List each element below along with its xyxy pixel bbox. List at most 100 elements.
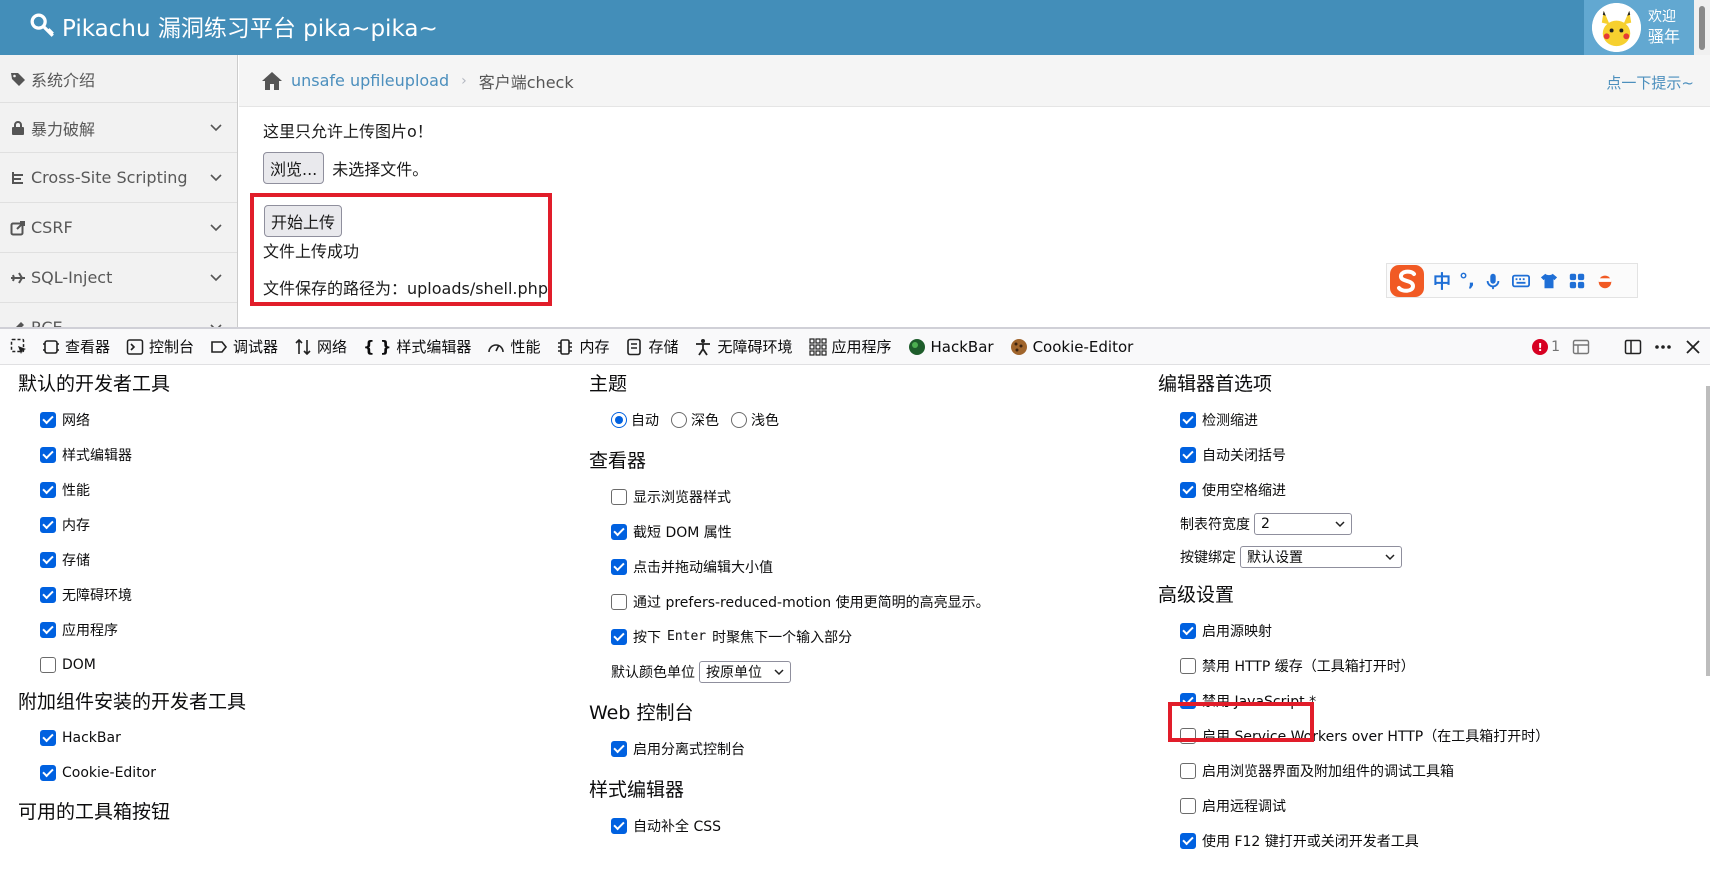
option-close-brackets[interactable]: 自动关闭括号 xyxy=(1180,437,1549,472)
option-style-editor[interactable]: 样式编辑器 xyxy=(40,437,246,472)
page-scrollbar[interactable] xyxy=(1694,0,1710,55)
tab-performance[interactable]: 性能 xyxy=(479,329,548,365)
sidebar-item-sqli[interactable]: SQL-Inject xyxy=(0,253,237,303)
mascot-icon[interactable] xyxy=(1595,271,1615,291)
brand[interactable]: Pikachu 漏洞练习平台 pika~pika~ xyxy=(30,9,438,43)
tab-accessibility[interactable]: 无障碍环境 xyxy=(686,329,800,365)
sidebar-item-intro[interactable]: 系统介绍 xyxy=(0,55,237,103)
more-options-icon[interactable] xyxy=(1654,338,1672,356)
option-remote-debugging[interactable]: 启用远程调试 xyxy=(1180,788,1549,823)
checkbox[interactable] xyxy=(611,593,627,610)
option-performance[interactable]: 性能 xyxy=(40,472,246,507)
checkbox[interactable] xyxy=(611,628,627,645)
option-dom[interactable]: DOM xyxy=(40,647,246,682)
checkbox[interactable] xyxy=(40,516,56,533)
tab-application[interactable]: 应用程序 xyxy=(801,329,900,365)
option-space-indent[interactable]: 使用空格缩进 xyxy=(1180,472,1549,507)
wrench-key-icon xyxy=(30,13,54,37)
tab-console[interactable]: 控制台 xyxy=(118,329,202,365)
checkbox[interactable] xyxy=(1180,762,1196,779)
option-cookie-editor[interactable]: Cookie-Editor xyxy=(40,755,246,790)
tab-inspector[interactable]: 查看器 xyxy=(34,329,118,365)
user-menu[interactable]: 欢迎 骚年 xyxy=(1584,0,1694,55)
dock-side-icon[interactable] xyxy=(1624,338,1642,356)
checkbox[interactable] xyxy=(611,817,627,834)
checkbox[interactable] xyxy=(1180,411,1196,428)
checkbox[interactable] xyxy=(40,411,56,428)
option-split-console[interactable]: 启用分离式控制台 xyxy=(611,731,990,766)
ime-toolbar[interactable]: 中 °, xyxy=(1386,263,1638,298)
checkbox[interactable] xyxy=(40,621,56,638)
checkbox[interactable] xyxy=(40,481,56,498)
option-f12-toggle[interactable]: 使用 F12 键打开或关闭开发者工具 xyxy=(1180,823,1549,858)
option-accessibility[interactable]: 无障碍环境 xyxy=(40,577,246,612)
checkbox[interactable] xyxy=(611,488,627,505)
sidebar-item-csrf[interactable]: CSRF xyxy=(0,203,237,253)
option-hackbar[interactable]: HackBar xyxy=(40,720,246,755)
upload-button[interactable]: 开始上传 xyxy=(264,205,343,237)
tab-style-editor[interactable]: { } 样式编辑器 xyxy=(355,329,479,365)
tab-width-select[interactable]: 2 xyxy=(1254,512,1352,535)
option-source-maps[interactable]: 启用源映射 xyxy=(1180,613,1549,648)
sidebar-item-xss[interactable]: Cross-Site Scripting xyxy=(0,153,237,203)
checkbox[interactable] xyxy=(611,523,627,540)
skin-shirt-icon[interactable] xyxy=(1539,271,1559,291)
color-unit-select[interactable]: 按原单位 xyxy=(699,660,791,683)
option-drag-edit[interactable]: 点击并拖动编辑大小值 xyxy=(611,549,990,584)
keymap-select[interactable]: 默认设置 xyxy=(1240,545,1402,568)
option-chrome-debugging[interactable]: 启用浏览器界面及附加组件的调试工具箱 xyxy=(1180,753,1549,788)
settings-scrollbar[interactable] xyxy=(1706,386,1710,676)
radio-auto[interactable] xyxy=(611,411,627,428)
tab-memory[interactable]: 内存 xyxy=(548,329,617,365)
option-detect-indent[interactable]: 检测缩进 xyxy=(1180,402,1549,437)
inspector-options: 显示浏览器样式 截短 DOM 属性 点击并拖动编辑大小值 通过 prefers-… xyxy=(589,479,990,689)
checkbox[interactable] xyxy=(40,446,56,463)
option-storage[interactable]: 存储 xyxy=(40,542,246,577)
browse-button[interactable]: 浏览... xyxy=(263,152,325,184)
option-memory[interactable]: 内存 xyxy=(40,507,246,542)
checkbox[interactable] xyxy=(1180,481,1196,498)
microphone-icon[interactable] xyxy=(1483,271,1503,291)
ime-punct-indicator[interactable]: °, xyxy=(1459,270,1475,291)
tab-cookie-editor[interactable]: Cookie-Editor xyxy=(1002,329,1142,365)
option-reduced-motion[interactable]: 通过 prefers-reduced-motion 使用更简明的高亮显示。 xyxy=(611,584,990,619)
tab-storage[interactable]: 存储 xyxy=(617,329,686,365)
radio-light[interactable] xyxy=(731,411,747,428)
checkbox[interactable] xyxy=(611,558,627,575)
checkbox[interactable] xyxy=(1180,657,1196,674)
checkbox[interactable] xyxy=(40,586,56,603)
checkbox[interactable] xyxy=(611,740,627,757)
tab-debugger[interactable]: 调试器 xyxy=(202,329,286,365)
option-autocomplete-css[interactable]: 自动补全 CSS xyxy=(611,808,990,843)
checkbox[interactable] xyxy=(40,656,56,673)
checkbox[interactable] xyxy=(40,551,56,568)
tab-hackbar[interactable]: HackBar xyxy=(900,329,1002,365)
checkbox[interactable] xyxy=(40,764,56,781)
breadcrumb-section-link[interactable]: unsafe upfileupload xyxy=(291,71,449,90)
option-enter-focus[interactable]: 按下 Enter 时聚焦下一个输入部分 xyxy=(611,619,990,654)
tab-network[interactable]: 网络 xyxy=(286,329,355,365)
option-application[interactable]: 应用程序 xyxy=(40,612,246,647)
radio-dark[interactable] xyxy=(671,411,687,428)
checkbox[interactable] xyxy=(1180,446,1196,463)
option-browser-styles[interactable]: 显示浏览器样式 xyxy=(611,479,990,514)
checkbox[interactable] xyxy=(1180,832,1196,849)
checkbox[interactable] xyxy=(1180,622,1196,639)
split-console-icon[interactable] xyxy=(1572,338,1590,356)
close-icon[interactable] xyxy=(1684,338,1702,356)
sidebar-item-bruteforce[interactable]: 暴力破解 xyxy=(0,103,237,153)
keyboard-icon[interactable] xyxy=(1511,271,1531,291)
checkbox[interactable] xyxy=(40,729,56,746)
checkbox[interactable] xyxy=(1180,797,1196,814)
theme-radio-group: 自动 深色 浅色 xyxy=(589,402,990,437)
option-network[interactable]: 网络 xyxy=(40,402,246,437)
option-disable-http-cache[interactable]: 禁用 HTTP 缓存（工具箱打开时） xyxy=(1180,648,1549,683)
ime-lang-indicator[interactable]: 中 xyxy=(1433,268,1451,294)
option-truncate-dom[interactable]: 截短 DOM 属性 xyxy=(611,514,990,549)
home-icon[interactable] xyxy=(261,71,283,91)
error-counter[interactable]: ! 1 xyxy=(1532,339,1560,355)
element-picker-button[interactable] xyxy=(0,329,34,365)
hint-link[interactable]: 点一下提示~ xyxy=(1606,72,1694,93)
sidebar-item-rce[interactable]: RCE xyxy=(0,303,237,327)
toolbox-grid-icon[interactable] xyxy=(1567,271,1587,291)
